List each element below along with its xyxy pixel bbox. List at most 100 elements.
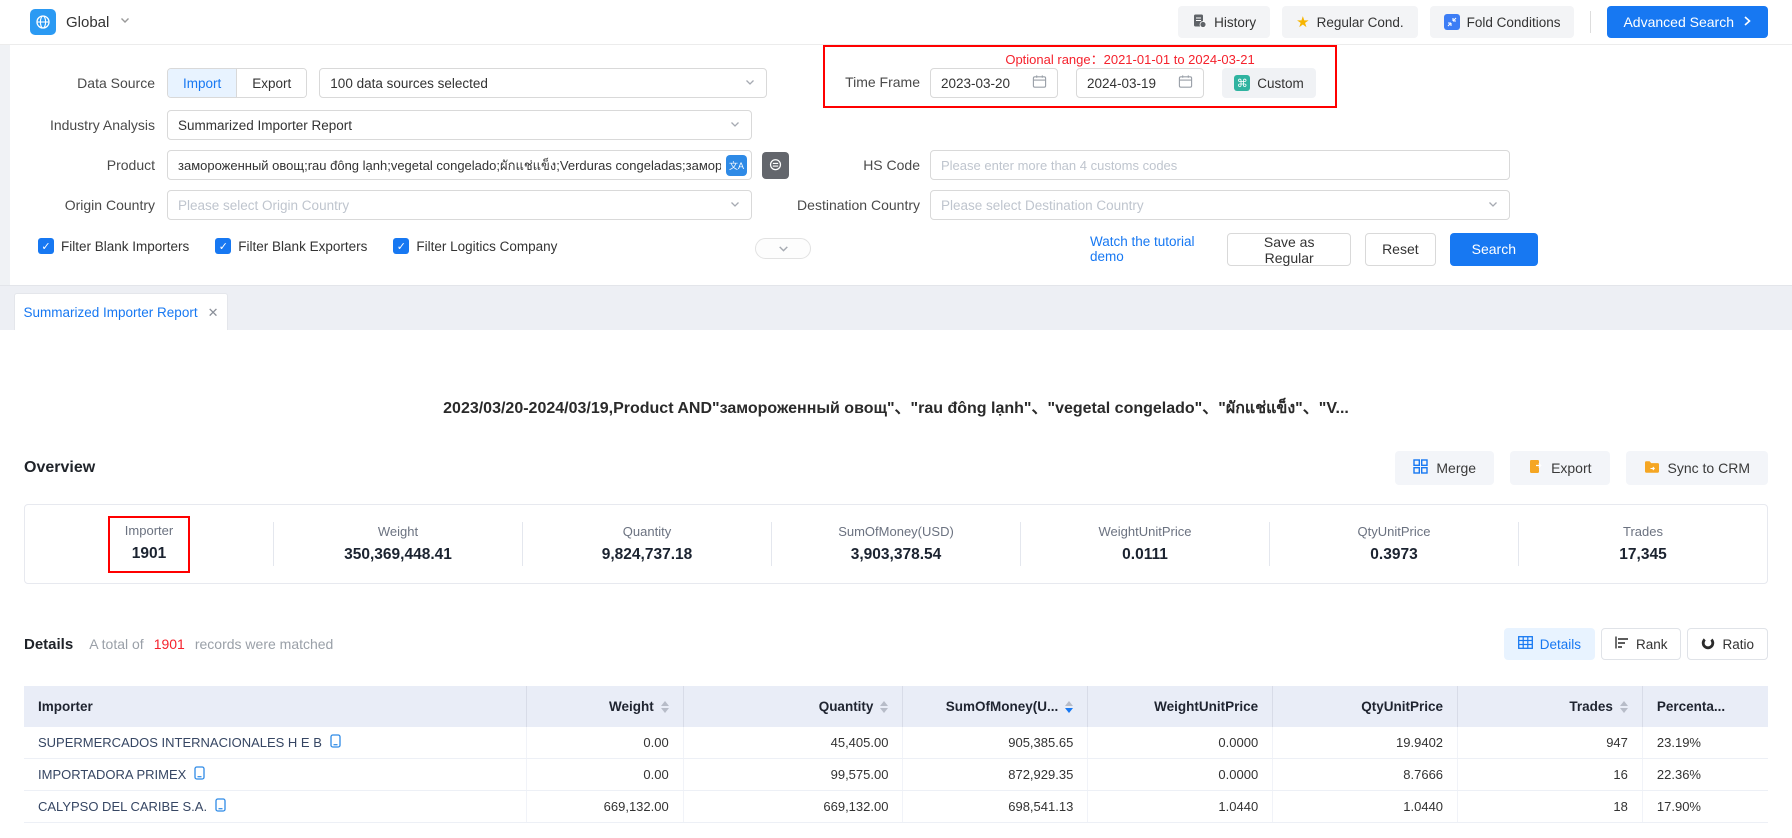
- stat-label: WeightUnitPrice: [1021, 524, 1269, 539]
- table-row: IMPORTADORA PRIMEX 0.00 99,575.00 872,92…: [24, 759, 1768, 791]
- stat-value: 0.3973: [1270, 546, 1518, 564]
- stat-sum-of-money: SumOfMoney(USD) 3,903,378.54: [772, 524, 1020, 564]
- qty-unit-price-cell: 8.7666: [1273, 759, 1458, 791]
- custom-range-button[interactable]: ⌘ Custom: [1222, 68, 1316, 98]
- col-qty-unit-price: QtyUnitPrice: [1273, 686, 1458, 727]
- sort-icon[interactable]: [880, 701, 888, 713]
- stat-value: 350,369,448.41: [274, 546, 522, 564]
- chevron-right-icon: [1742, 14, 1752, 30]
- history-button[interactable]: History: [1178, 6, 1270, 38]
- stat-label: Importer: [125, 523, 173, 538]
- merge-button[interactable]: Merge: [1395, 451, 1494, 485]
- star-icon: ★: [1296, 13, 1309, 31]
- percentage-cell: 23.19%: [1642, 727, 1768, 759]
- filter-blank-importers-checkbox[interactable]: ✓ Filter Blank Importers: [38, 238, 189, 254]
- custom-label: Custom: [1257, 76, 1304, 91]
- matched-suffix: records were matched: [195, 636, 334, 652]
- data-sources-value: 100 data sources selected: [330, 76, 488, 91]
- tab-summarized-importer-report[interactable]: Summarized Importer Report ✕: [14, 293, 228, 331]
- search-button[interactable]: Search: [1450, 233, 1538, 266]
- export-tab[interactable]: Export: [236, 69, 306, 97]
- form-row-data-source: Data Source Import Export 100 data sourc…: [10, 68, 1792, 98]
- sync-to-crm-label: Sync to CRM: [1668, 460, 1750, 476]
- view-ratio-label: Ratio: [1722, 637, 1754, 652]
- chevron-down-icon: [777, 242, 790, 255]
- col-trades[interactable]: Trades: [1458, 686, 1643, 727]
- table-icon: [1518, 636, 1533, 652]
- hs-code-input[interactable]: [941, 151, 1499, 179]
- regular-cond-label: Regular Cond.: [1317, 15, 1404, 30]
- advanced-search-button[interactable]: Advanced Search: [1607, 6, 1768, 38]
- sort-icon[interactable]: [661, 701, 669, 713]
- chevron-down-icon: [729, 118, 741, 133]
- fold-icon: [1444, 14, 1460, 30]
- sync-to-crm-button[interactable]: Sync to CRM: [1626, 451, 1768, 485]
- start-date-input[interactable]: 2023-03-20: [930, 68, 1058, 98]
- sort-icon-active-desc[interactable]: [1065, 701, 1073, 713]
- company-contact-icon[interactable]: [330, 734, 341, 751]
- importer-cell[interactable]: IMPORTADORA PRIMEX: [24, 759, 526, 791]
- export-button[interactable]: Export: [1510, 451, 1609, 485]
- details-title: Details: [24, 636, 73, 653]
- tab-strip: Summarized Importer Report ✕: [0, 285, 1792, 330]
- close-icon[interactable]: ✕: [208, 305, 219, 321]
- origin-country-label: Origin Country: [10, 197, 155, 213]
- globe-icon: [30, 9, 56, 35]
- tutorial-link[interactable]: Watch the tutorial demo: [1090, 234, 1213, 264]
- end-date-input[interactable]: 2024-03-19: [1076, 68, 1204, 98]
- view-rank-label: Rank: [1636, 637, 1668, 652]
- details-table-wrap: Importer Weight Quantity SumOfMoney(U...…: [24, 686, 1768, 823]
- overview-title: Overview: [24, 459, 95, 477]
- destination-country-select[interactable]: Please select Destination Country: [930, 190, 1510, 220]
- origin-country-select[interactable]: Please select Origin Country: [167, 190, 752, 220]
- quantity-cell: 99,575.00: [683, 759, 903, 791]
- sort-icon[interactable]: [1620, 701, 1628, 713]
- qty-unit-price-cell: 1.0440: [1273, 791, 1458, 823]
- import-tab[interactable]: Import: [168, 69, 236, 97]
- optional-range-text: Optional range：2021-01-01 to 2024-03-21: [915, 49, 1345, 68]
- product-input[interactable]: [178, 151, 747, 179]
- topbar-actions: History ★ Regular Cond. Fold Conditions …: [1178, 6, 1768, 38]
- save-as-regular-button[interactable]: Save as Regular: [1227, 233, 1351, 266]
- query-title: 2023/03/20-2024/03/19,Product AND"заморо…: [0, 394, 1792, 421]
- region-label: Global: [66, 14, 109, 31]
- filter-blank-exporters-label: Filter Blank Exporters: [238, 239, 367, 254]
- view-ratio-button[interactable]: Ratio: [1687, 628, 1768, 660]
- details-table: Importer Weight Quantity SumOfMoney(U...…: [24, 686, 1768, 823]
- importer-cell[interactable]: CALYPSO DEL CARIBE S.A.: [24, 791, 526, 823]
- region-selector[interactable]: Global: [30, 9, 131, 35]
- divider: [1590, 11, 1591, 33]
- weight-unit-price-cell: 1.0440: [1088, 791, 1273, 823]
- app-root: Global History ★ Regular Cond. Fold Cond…: [0, 0, 1792, 838]
- regular-cond-button[interactable]: ★ Regular Cond.: [1282, 6, 1418, 38]
- col-quantity[interactable]: Quantity: [683, 686, 903, 727]
- reset-button[interactable]: Reset: [1365, 233, 1436, 266]
- company-contact-icon[interactable]: [194, 766, 205, 783]
- stat-importer: Importer 1901: [25, 516, 273, 573]
- col-weight[interactable]: Weight: [526, 686, 683, 727]
- fold-conditions-button[interactable]: Fold Conditions: [1430, 6, 1575, 38]
- stat-label: Weight: [274, 524, 522, 539]
- importer-annotation-box: Importer 1901: [108, 516, 190, 573]
- col-sum-of-money[interactable]: SumOfMoney(U...: [903, 686, 1088, 727]
- company-contact-icon[interactable]: [215, 798, 226, 815]
- industry-analysis-select[interactable]: Summarized Importer Report: [167, 110, 752, 140]
- view-details-button[interactable]: Details: [1504, 628, 1595, 660]
- importer-cell[interactable]: SUPERMERCADOS INTERNACIONALES H E B: [24, 727, 526, 759]
- table-row: SUPERMERCADOS INTERNACIONALES H E B 0.00…: [24, 727, 1768, 759]
- collapse-form-button[interactable]: [755, 238, 811, 259]
- sum-of-money-cell: 698,541.13: [903, 791, 1088, 823]
- start-date-value: 2023-03-20: [941, 76, 1010, 91]
- filter-logitics-company-checkbox[interactable]: ✓ Filter Logitics Company: [393, 238, 557, 254]
- stat-label: SumOfMoney(USD): [772, 524, 1020, 539]
- checkbox-checked-icon: ✓: [393, 238, 409, 254]
- stat-trades: Trades 17,345: [1519, 524, 1767, 564]
- rank-icon: [1615, 636, 1629, 652]
- filter-blank-exporters-checkbox[interactable]: ✓ Filter Blank Exporters: [215, 238, 367, 254]
- tab-title: Summarized Importer Report: [24, 305, 198, 320]
- form-row-industry: Industry Analysis Summarized Importer Re…: [10, 110, 1792, 140]
- filter-blank-importers-label: Filter Blank Importers: [61, 239, 189, 254]
- merge-label: Merge: [1436, 460, 1476, 476]
- end-date-value: 2024-03-19: [1087, 76, 1156, 91]
- view-rank-button[interactable]: Rank: [1601, 628, 1682, 660]
